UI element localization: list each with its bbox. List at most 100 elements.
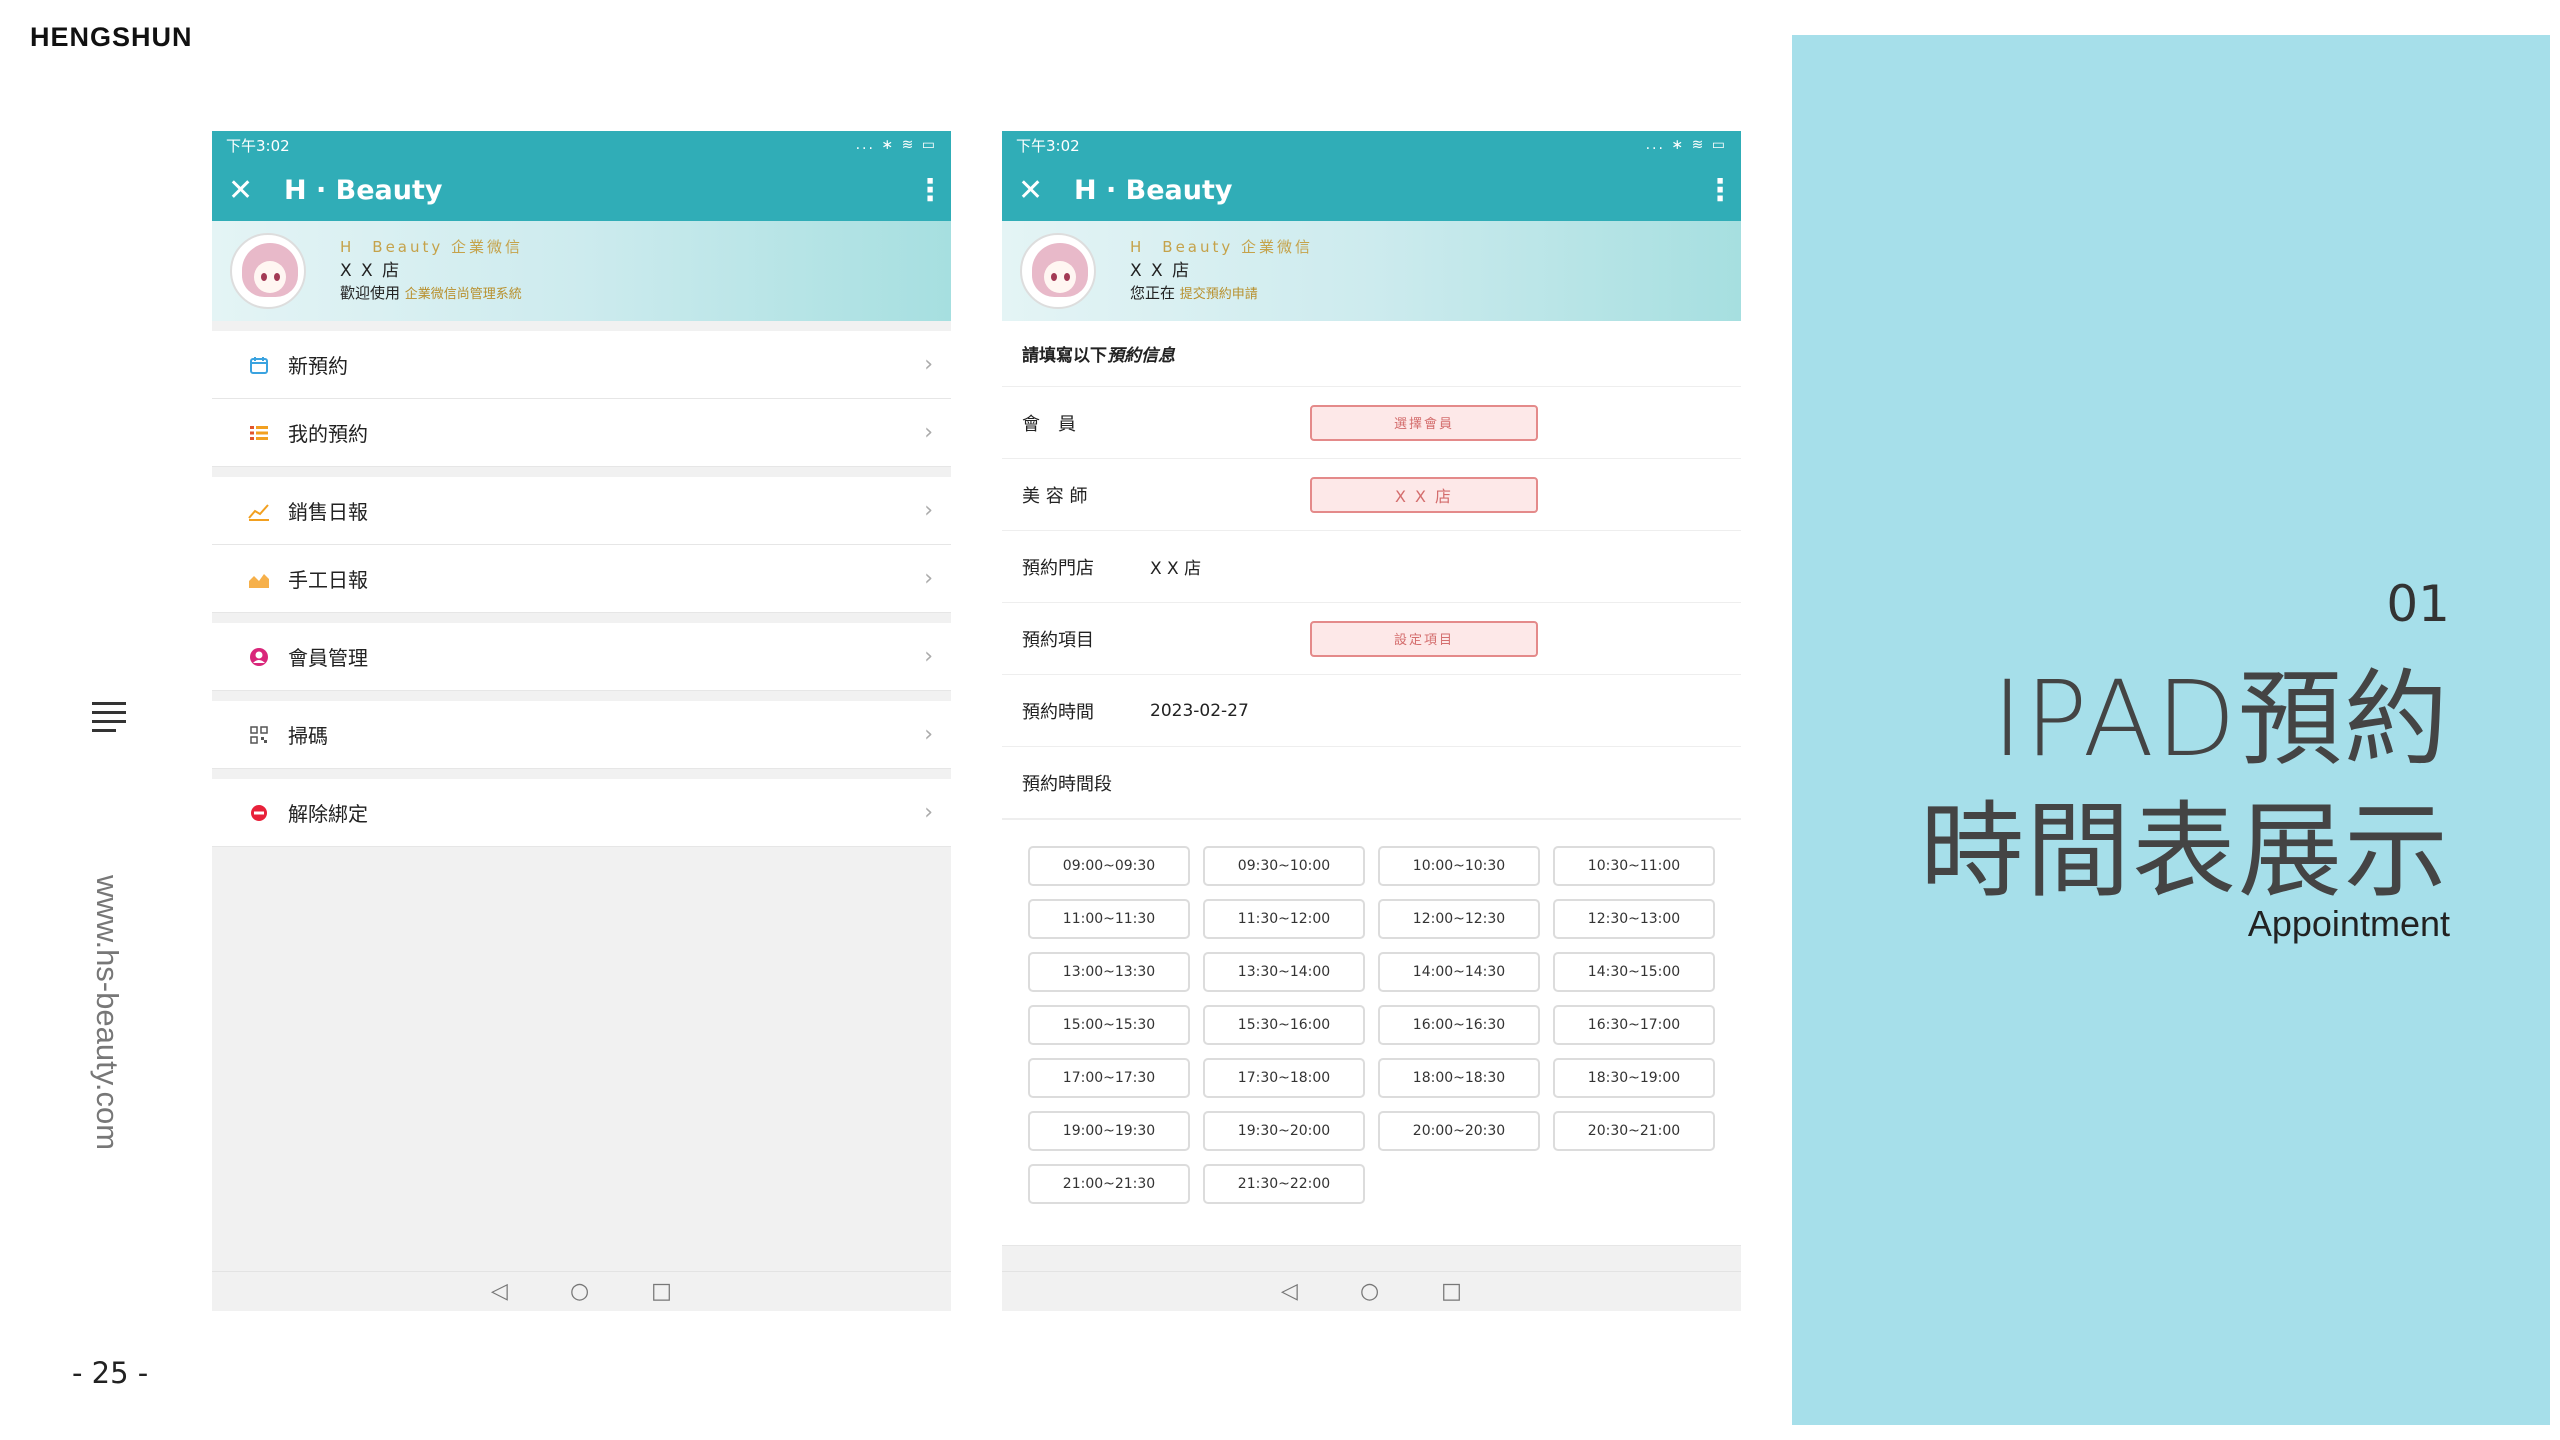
menu-item-sales-report[interactable]: 銷售日報 › [212,477,951,545]
home-icon[interactable]: ○ [1360,1279,1379,1304]
back-icon[interactable]: ◁ [1281,1279,1298,1304]
time-slot-button[interactable]: 16:30~17:00 [1553,1005,1715,1045]
recent-apps-icon[interactable]: □ [1441,1279,1462,1304]
title-panel: 01 IPAD預約 時間表展示 Appointment [1792,35,2550,1425]
slot-label-row: 預約時間段 [1002,747,1741,819]
time-slot-button[interactable]: 19:00~19:30 [1028,1111,1190,1151]
app-bar: ✕ H · Beauty ⋮ [1002,159,1741,221]
android-nav-bar: ◁ ○ □ [1002,1271,1741,1311]
company-name: H Beauty 企業微信 [340,237,524,256]
beautician-label: 美 容 師 [1022,485,1088,507]
time-slot-button[interactable]: 18:30~19:00 [1553,1058,1715,1098]
calendar-icon [248,354,270,376]
time-slot-button[interactable]: 16:00~16:30 [1378,1005,1540,1045]
time-slot-button[interactable]: 12:30~13:00 [1553,899,1715,939]
brand-logo: HENGSHUN [30,22,193,52]
close-icon[interactable]: ✕ [228,173,272,208]
list-icon [248,422,270,444]
more-options-icon[interactable]: ⋮ [915,173,945,208]
time-slot-button[interactable]: 11:30~12:00 [1203,899,1365,939]
section-title: IPAD預約 時間表展示 [1919,658,2450,912]
section-number: 01 [2386,575,2450,633]
status-icons: ... ∗ ≋ ▭ [855,137,937,153]
chevron-right-icon: › [924,420,933,445]
time-slot-button[interactable]: 15:00~15:30 [1028,1005,1190,1045]
menu-item-unbind[interactable]: 解除綁定 › [212,779,951,847]
time-slot-button[interactable]: 21:00~21:30 [1028,1164,1190,1204]
hamburger-icon[interactable] [92,702,126,732]
menu-item-manual-report[interactable]: 手工日報 › [212,545,951,613]
status-time: 下午3:02 [226,136,290,155]
store-value: X X 店 [1150,559,1202,579]
set-item-button[interactable]: 設定項目 [1310,620,1538,657]
avatar [1020,233,1096,309]
select-beautician-button[interactable]: X X 店 [1310,476,1538,513]
page-number: - 25 - [72,1356,149,1390]
item-label: 預約項目 [1022,629,1094,651]
time-label: 預約時間 [1022,701,1094,723]
area-chart-icon [248,568,270,590]
store-name: X X 店 [340,260,402,281]
chevron-right-icon: › [924,800,933,825]
close-icon[interactable]: ✕ [1018,173,1062,208]
time-slot-button[interactable]: 10:00~10:30 [1378,846,1540,886]
time-slot-button[interactable]: 14:00~14:30 [1378,952,1540,992]
time-slot-grid: 09:00~09:30 09:30~10:00 10:00~10:30 10:30~1… [1002,819,1741,1218]
time-slot-button[interactable]: 17:30~18:00 [1203,1058,1365,1098]
phone-screen-booking: 下午3:02 ... ∗ ≋ ▭ ✕ H · Beauty ⋮ H Beauty… [1002,131,1741,1311]
time-slot-button[interactable]: 13:00~13:30 [1028,952,1190,992]
section-subtitle: Appointment [2247,903,2450,944]
menu-list: 新預約 › 我的預約 › 銷售日報 › 手工日報 › 會員管理 › 掃碼 › 解… [212,321,951,847]
app-title: H · Beauty [284,174,443,206]
time-slot-button[interactable]: 20:30~21:00 [1553,1111,1715,1151]
phone-screen-menu: 下午3:02 ... ∗ ≋ ▭ ✕ H · Beauty ⋮ H Beauty… [212,131,951,1311]
date-value[interactable]: 2023-02-27 [1150,701,1249,721]
menu-item-new-appointment[interactable]: 新預約 › [212,331,951,399]
time-slot-button[interactable]: 14:30~15:00 [1553,952,1715,992]
status-bar: 下午3:02 ... ∗ ≋ ▭ [212,131,951,159]
status-time: 下午3:02 [1016,136,1080,155]
form-heading: 請填寫以下 預約信息 [1002,321,1741,387]
profile-banner: H Beauty 企業微信 X X 店 您正在 提交預約申請 [1002,221,1741,321]
status-bar: 下午3:02 ... ∗ ≋ ▭ [1002,131,1741,159]
time-slot-button[interactable]: 19:30~20:00 [1203,1111,1365,1151]
profile-banner: H Beauty 企業微信 X X 店 歡迎使用 企業微信尚管理系統 [212,221,951,321]
time-row: 預約時間 2023-02-27 [1002,675,1741,747]
chevron-right-icon: › [924,722,933,747]
select-member-button[interactable]: 選擇會員 [1310,404,1538,441]
beautician-row: 美 容 師 X X 店 [1002,459,1741,531]
app-title: H · Beauty [1074,174,1233,206]
website-url: www.hs-beauty.com [90,875,125,1151]
chevron-right-icon: › [924,566,933,591]
recent-apps-icon[interactable]: □ [651,1279,672,1304]
avatar [230,233,306,309]
app-bar: ✕ H · Beauty ⋮ [212,159,951,221]
time-slot-button[interactable]: 10:30~11:00 [1553,846,1715,886]
menu-item-scan[interactable]: 掃碼 › [212,701,951,769]
chevron-right-icon: › [924,498,933,523]
home-icon[interactable]: ○ [570,1279,589,1304]
time-slot-button[interactable]: 09:00~09:30 [1028,846,1190,886]
chevron-right-icon: › [924,644,933,669]
more-options-icon[interactable]: ⋮ [1705,173,1735,208]
time-slot-button[interactable]: 21:30~22:00 [1203,1164,1365,1204]
time-slot-button[interactable]: 09:30~10:00 [1203,846,1365,886]
android-nav-bar: ◁ ○ □ [212,1271,951,1311]
time-slot-button[interactable]: 18:00~18:30 [1378,1058,1540,1098]
member-row: 會 員 選擇會員 [1002,387,1741,459]
store-row: 預約門店 X X 店 [1002,531,1741,603]
time-slot-button[interactable]: 11:00~11:30 [1028,899,1190,939]
time-slot-button[interactable]: 15:30~16:00 [1203,1005,1365,1045]
member-label: 會 員 [1022,413,1076,435]
item-row: 預約項目 設定項目 [1002,603,1741,675]
time-slot-button[interactable]: 17:00~17:30 [1028,1058,1190,1098]
store-label: 預約門店 [1022,557,1094,579]
booking-form: 請填寫以下 預約信息 會 員 選擇會員 美 容 師 X X 店 預約門店 X X … [1002,321,1741,1246]
menu-item-member-management[interactable]: 會員管理 › [212,623,951,691]
menu-item-my-appointments[interactable]: 我的預約 › [212,399,951,467]
time-slot-button[interactable]: 13:30~14:00 [1203,952,1365,992]
back-icon[interactable]: ◁ [491,1279,508,1304]
time-slot-button[interactable]: 20:00~20:30 [1378,1111,1540,1151]
time-slot-button[interactable]: 12:00~12:30 [1378,899,1540,939]
company-name: H Beauty 企業微信 [1130,237,1314,256]
